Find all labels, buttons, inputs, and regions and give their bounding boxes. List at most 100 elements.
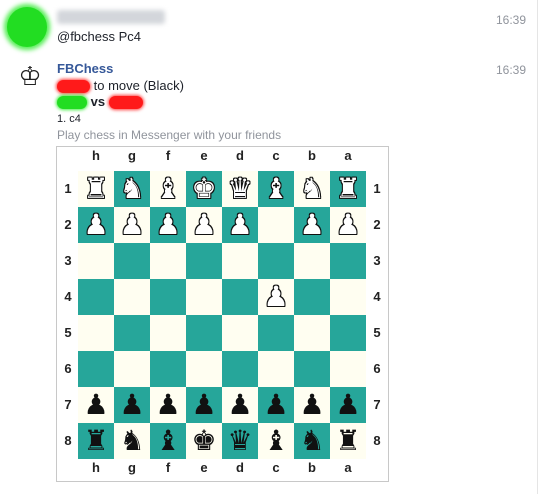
square-b8[interactable]: ♞ (294, 423, 330, 459)
black-pawn-icon[interactable]: ♟ (263, 387, 288, 423)
black-bishop-icon[interactable]: ♝ (155, 423, 180, 459)
square-c2[interactable] (258, 207, 294, 243)
square-h5[interactable] (78, 315, 114, 351)
black-queen-icon[interactable]: ♛ (227, 423, 252, 459)
chess-board[interactable]: ♜ ♞ ♝ ♚ ♛ ♝ ♞ ♜ ♟ ♟ ♟ ♟ ♟ ♟ ♟ ♟ ♟ ♟ ♟ ♟ ♟ ♟ ♟ ♟ ♜ ♞ ♝ ♚ ♛ ♝ ♞ ♜ (78, 171, 366, 459)
square-e8[interactable]: ♚ (186, 423, 222, 459)
square-c4[interactable]: ♟ (258, 279, 294, 315)
square-d4[interactable] (222, 279, 258, 315)
white-queen-icon[interactable]: ♛ (227, 171, 252, 207)
square-f6[interactable] (150, 351, 186, 387)
square-c5[interactable] (258, 315, 294, 351)
square-g4[interactable] (114, 279, 150, 315)
square-f7[interactable]: ♟ (150, 387, 186, 423)
square-d5[interactable] (222, 315, 258, 351)
white-pawn-icon[interactable]: ♟ (191, 207, 216, 243)
square-b7[interactable]: ♟ (294, 387, 330, 423)
white-pawn-icon[interactable]: ♟ (335, 207, 360, 243)
white-pawn-icon[interactable]: ♟ (263, 279, 288, 315)
square-a8[interactable]: ♜ (330, 423, 366, 459)
white-pawn-icon[interactable]: ♟ (155, 207, 180, 243)
square-a5[interactable] (330, 315, 366, 351)
white-pawn-icon[interactable]: ♟ (299, 207, 324, 243)
square-h4[interactable] (78, 279, 114, 315)
square-e6[interactable] (186, 351, 222, 387)
square-a4[interactable] (330, 279, 366, 315)
square-h2[interactable]: ♟ (78, 207, 114, 243)
square-g7[interactable]: ♟ (114, 387, 150, 423)
square-g5[interactable] (114, 315, 150, 351)
white-bishop-icon[interactable]: ♝ (263, 171, 288, 207)
black-knight-icon[interactable]: ♞ (119, 423, 144, 459)
square-e3[interactable] (186, 243, 222, 279)
black-king-icon[interactable]: ♚ (191, 423, 216, 459)
chess-king-icon[interactable]: ♔ (15, 62, 45, 92)
square-a3[interactable] (330, 243, 366, 279)
square-g1[interactable]: ♞ (114, 171, 150, 207)
square-b4[interactable] (294, 279, 330, 315)
black-pawn-icon[interactable]: ♟ (299, 387, 324, 423)
square-b1[interactable]: ♞ (294, 171, 330, 207)
square-b3[interactable] (294, 243, 330, 279)
white-knight-icon[interactable]: ♞ (119, 171, 144, 207)
square-h6[interactable] (78, 351, 114, 387)
square-d7[interactable]: ♟ (222, 387, 258, 423)
white-king-icon[interactable]: ♚ (191, 171, 216, 207)
square-h7[interactable]: ♟ (78, 387, 114, 423)
square-d3[interactable] (222, 243, 258, 279)
square-h8[interactable]: ♜ (78, 423, 114, 459)
white-bishop-icon[interactable]: ♝ (155, 171, 180, 207)
square-b2[interactable]: ♟ (294, 207, 330, 243)
square-b5[interactable] (294, 315, 330, 351)
subtitle-link[interactable]: Play chess in Messenger with your friend… (57, 127, 281, 143)
square-a1[interactable]: ♜ (330, 171, 366, 207)
square-d6[interactable] (222, 351, 258, 387)
sender-name[interactable]: FBChess (57, 61, 113, 77)
square-c7[interactable]: ♟ (258, 387, 294, 423)
white-pawn-icon[interactable]: ♟ (83, 207, 108, 243)
black-rook-icon[interactable]: ♜ (335, 423, 360, 459)
black-pawn-icon[interactable]: ♟ (83, 387, 108, 423)
square-e5[interactable] (186, 315, 222, 351)
square-c3[interactable] (258, 243, 294, 279)
square-f5[interactable] (150, 315, 186, 351)
black-rook-icon[interactable]: ♜ (83, 423, 108, 459)
black-bishop-icon[interactable]: ♝ (263, 423, 288, 459)
user-avatar[interactable] (7, 7, 47, 47)
white-pawn-icon[interactable]: ♟ (119, 207, 144, 243)
square-b6[interactable] (294, 351, 330, 387)
square-c1[interactable]: ♝ (258, 171, 294, 207)
square-g3[interactable] (114, 243, 150, 279)
square-e4[interactable] (186, 279, 222, 315)
square-f4[interactable] (150, 279, 186, 315)
square-g2[interactable]: ♟ (114, 207, 150, 243)
white-rook-icon[interactable]: ♜ (335, 171, 360, 207)
square-h1[interactable]: ♜ (78, 171, 114, 207)
chess-board-card[interactable]: hgfedcba 12345678 ♜ ♞ ♝ ♚ ♛ ♝ ♞ ♜ ♟ ♟ ♟ ♟ ♟ ♟ ♟ ♟ ♟ ♟ ♟ ♟ ♟ ♟… (56, 146, 389, 482)
square-d8[interactable]: ♛ (222, 423, 258, 459)
black-knight-icon[interactable]: ♞ (299, 423, 324, 459)
black-pawn-icon[interactable]: ♟ (155, 387, 180, 423)
black-pawn-icon[interactable]: ♟ (191, 387, 216, 423)
square-g8[interactable]: ♞ (114, 423, 150, 459)
square-e7[interactable]: ♟ (186, 387, 222, 423)
square-d2[interactable]: ♟ (222, 207, 258, 243)
square-c6[interactable] (258, 351, 294, 387)
square-h3[interactable] (78, 243, 114, 279)
square-f8[interactable]: ♝ (150, 423, 186, 459)
square-c8[interactable]: ♝ (258, 423, 294, 459)
black-pawn-icon[interactable]: ♟ (335, 387, 360, 423)
black-pawn-icon[interactable]: ♟ (227, 387, 252, 423)
square-g6[interactable] (114, 351, 150, 387)
white-pawn-icon[interactable]: ♟ (227, 207, 252, 243)
white-rook-icon[interactable]: ♜ (83, 171, 108, 207)
square-e1[interactable]: ♚ (186, 171, 222, 207)
square-a7[interactable]: ♟ (330, 387, 366, 423)
square-f1[interactable]: ♝ (150, 171, 186, 207)
square-a2[interactable]: ♟ (330, 207, 366, 243)
black-pawn-icon[interactable]: ♟ (119, 387, 144, 423)
square-d1[interactable]: ♛ (222, 171, 258, 207)
square-f3[interactable] (150, 243, 186, 279)
square-e2[interactable]: ♟ (186, 207, 222, 243)
square-f2[interactable]: ♟ (150, 207, 186, 243)
